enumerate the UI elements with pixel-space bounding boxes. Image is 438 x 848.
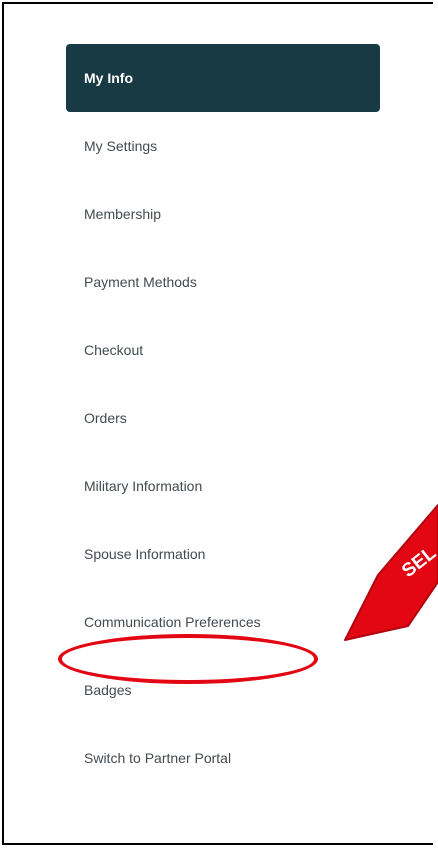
- sidebar-item-membership[interactable]: Membership: [66, 180, 380, 248]
- sidebar-item-orders[interactable]: Orders: [66, 384, 380, 452]
- page-frame: My Info My Settings Membership Payment M…: [2, 2, 433, 845]
- sidebar-item-payment-methods[interactable]: Payment Methods: [66, 248, 380, 316]
- sidebar-item-my-info[interactable]: My Info: [66, 44, 380, 112]
- sidebar-item-spouse-information[interactable]: Spouse Information: [66, 520, 380, 588]
- sidebar-item-my-settings[interactable]: My Settings: [66, 112, 380, 180]
- sidebar-item-communication-preferences[interactable]: Communication Preferences: [66, 588, 380, 656]
- sidebar-item-badges[interactable]: Badges: [66, 656, 380, 724]
- sidebar-item-checkout[interactable]: Checkout: [66, 316, 380, 384]
- sidebar-item-military-information[interactable]: Military Information: [66, 452, 380, 520]
- sidebar-item-switch-to-partner-portal[interactable]: Switch to Partner Portal: [66, 724, 380, 792]
- sidebar-nav: My Info My Settings Membership Payment M…: [66, 44, 380, 792]
